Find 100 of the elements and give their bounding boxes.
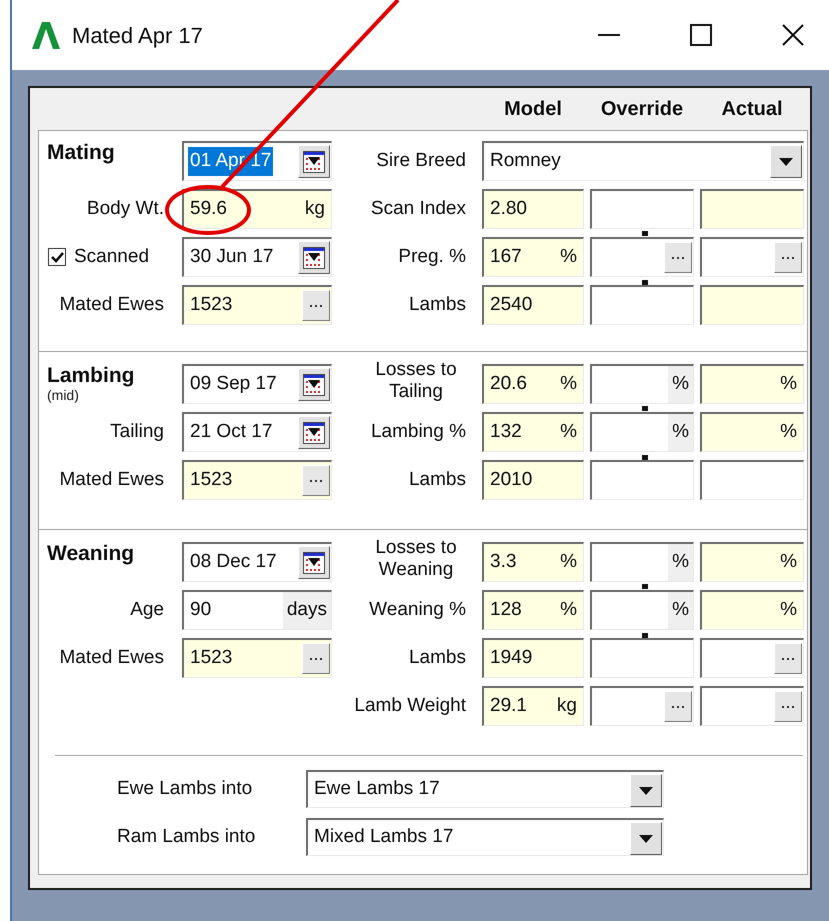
input-field[interactable] [700, 638, 804, 678]
field-label: Lamb Weight [354, 694, 466, 718]
input-field[interactable] [700, 686, 804, 726]
column-header: Override [600, 97, 684, 122]
unit-label: % [668, 544, 693, 581]
calendar-button[interactable] [298, 416, 330, 449]
check-icon [50, 252, 64, 262]
input-field[interactable]: 20.6 % [482, 364, 584, 404]
maximize-icon [690, 24, 712, 46]
field-label: Weaning % [369, 598, 466, 622]
input-field[interactable]: 3.3 % [482, 542, 584, 582]
input-field[interactable]: 167 % [482, 237, 584, 277]
field-label: Scan Index [370, 196, 466, 221]
checkbox[interactable] [48, 248, 66, 266]
column-header: Actual [721, 97, 783, 122]
calendar-icon [303, 150, 325, 172]
input-field[interactable]: 90 days [182, 590, 332, 630]
unit-label: % [780, 550, 797, 574]
input-field[interactable]: 128 % [482, 590, 584, 630]
input-field[interactable]: % [590, 364, 694, 404]
unit-label: % [560, 420, 577, 444]
calendar-button[interactable] [298, 145, 330, 178]
input-field[interactable]: % [700, 542, 804, 582]
dropdown-button[interactable] [770, 145, 802, 178]
browse-button[interactable] [302, 290, 330, 321]
browse-button[interactable] [302, 643, 330, 674]
caret-icon [779, 158, 793, 166]
date-field[interactable]: 30 Jun 17 [182, 237, 332, 277]
column-header: Model [504, 97, 562, 122]
input-field[interactable]: % [700, 412, 804, 452]
calendar-button[interactable] [298, 546, 330, 579]
caret-icon [639, 786, 653, 794]
unit-label: % [668, 592, 693, 629]
unit-label: % [780, 372, 797, 396]
dropdown-button[interactable] [630, 822, 662, 855]
unit-label: kg [556, 694, 577, 718]
input-field[interactable]: 29.1 kg [482, 686, 584, 726]
app-logo-icon [30, 19, 62, 51]
date-field[interactable]: 09 Sep 17 [182, 364, 332, 404]
field-label: Mated Ewes [59, 292, 164, 317]
input-field[interactable] [590, 285, 694, 325]
input-field[interactable]: 59.6 kg [182, 189, 332, 229]
unit-label: % [560, 372, 577, 396]
calendar-button[interactable] [298, 368, 330, 401]
unit-label: % [668, 414, 693, 451]
input-field[interactable] [590, 189, 694, 229]
input-field[interactable] [700, 285, 804, 325]
unit-label: % [560, 550, 577, 574]
field-label: Tailing [110, 420, 164, 444]
browse-button[interactable] [774, 643, 802, 674]
browse-button[interactable] [664, 242, 692, 273]
dropdown[interactable]: Mixed Lambs 17 [306, 818, 664, 856]
calendar-icon [303, 552, 325, 574]
field-label: Preg. % [398, 244, 466, 269]
field-label: Sire Breed [376, 148, 466, 173]
section-note: (mid) [47, 388, 80, 402]
field-label: Lambing % [370, 420, 466, 444]
input-field[interactable] [700, 460, 804, 500]
input-field[interactable]: 1949 [482, 638, 584, 678]
dropdown[interactable]: Romney [482, 141, 804, 181]
input-field[interactable]: 1523 [182, 285, 332, 325]
field-label: Ewe Lambs into [117, 776, 254, 801]
dropdown[interactable]: Ewe Lambs 17 [306, 770, 664, 808]
input-field[interactable]: 132 % [482, 412, 584, 452]
window-title: Mated Apr 17 [72, 22, 203, 50]
close-icon [782, 24, 804, 46]
input-field[interactable] [590, 638, 694, 678]
unit-label: kg [304, 197, 325, 222]
browse-button[interactable] [664, 691, 692, 722]
checkbox-label: Scanned [74, 244, 150, 269]
unit-label: % [560, 598, 577, 622]
calendar-icon [303, 422, 325, 444]
input-field[interactable] [590, 460, 694, 500]
input-field[interactable]: % [590, 542, 694, 582]
input-field[interactable] [700, 189, 804, 229]
input-field[interactable] [590, 686, 694, 726]
field-label: Losses to Weaning [374, 537, 458, 581]
input-field[interactable]: % [700, 590, 804, 630]
field-label: Mated Ewes [59, 646, 164, 670]
field-label: Lambs [408, 646, 466, 670]
input-field[interactable]: 1523 [182, 638, 332, 678]
input-field[interactable]: 2.80 [482, 189, 584, 229]
section-heading: Lambing [47, 364, 134, 388]
unit-label: % [560, 245, 577, 270]
browse-button[interactable] [774, 691, 802, 722]
date-field[interactable]: 08 Dec 17 [182, 542, 332, 582]
minimize-icon [598, 34, 620, 36]
input-field[interactable]: 2010 [482, 460, 584, 500]
input-field[interactable]: 1523 [182, 460, 332, 500]
input-field[interactable]: % [700, 364, 804, 404]
input-field[interactable] [700, 237, 804, 277]
browse-button[interactable] [302, 465, 330, 496]
calendar-button[interactable] [298, 241, 330, 274]
browse-button[interactable] [774, 242, 802, 273]
input-field[interactable]: 2540 [482, 285, 584, 325]
date-field[interactable]: 21 Oct 17 [182, 412, 332, 452]
section-heading: Mating [47, 141, 115, 165]
caret-icon [639, 834, 653, 842]
dropdown-button[interactable] [630, 774, 662, 807]
unit-label: % [780, 420, 797, 444]
